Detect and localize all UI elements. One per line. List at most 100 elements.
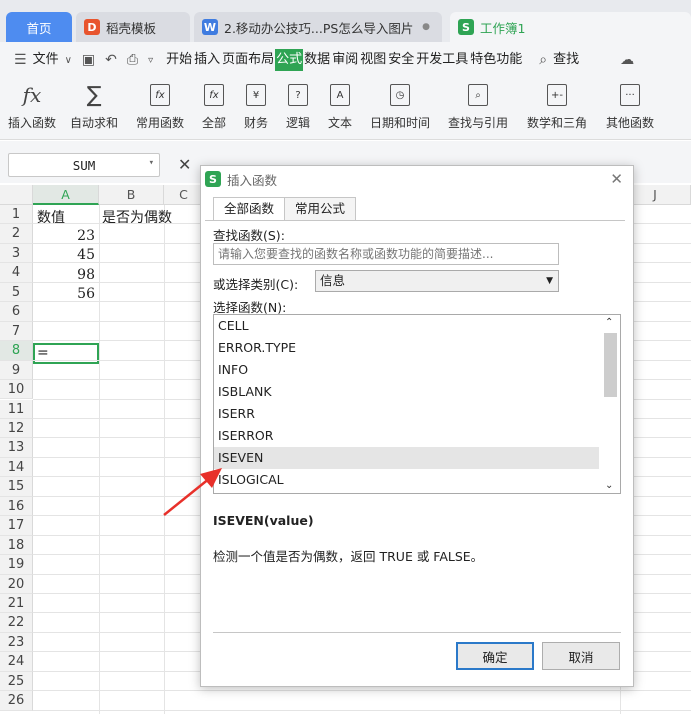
menu-view[interactable]: 视图 xyxy=(359,49,387,71)
other-functions-button[interactable]: ··· 其他函数 xyxy=(606,82,654,131)
hamburger-icon[interactable]: ☰ xyxy=(14,52,27,68)
finance-button[interactable]: ¥ 财务 xyxy=(244,82,268,131)
function-search-input[interactable] xyxy=(213,243,559,265)
column-header-a[interactable]: A xyxy=(33,185,99,205)
row-header-23[interactable]: 23 xyxy=(0,632,33,653)
row-header-3[interactable]: 3 xyxy=(0,243,33,264)
select-all-corner[interactable] xyxy=(0,185,33,205)
row-header-20[interactable]: 20 xyxy=(0,574,33,594)
category-select[interactable]: 信息 ▼ xyxy=(315,270,559,292)
row-header-24[interactable]: 24 xyxy=(0,652,33,672)
row-header-10[interactable]: 10 xyxy=(0,380,33,400)
row-header-4[interactable]: 4 xyxy=(0,263,33,283)
column-header-c[interactable]: C xyxy=(164,185,204,205)
all-functions-button[interactable]: fx 全部 xyxy=(202,82,226,131)
chevron-down-icon[interactable]: ▼ xyxy=(546,271,553,291)
list-item[interactable]: ISLOGICAL xyxy=(214,469,599,491)
row-header-11[interactable]: 11 xyxy=(0,399,33,419)
cancel-x-icon[interactable]: ✕ xyxy=(178,155,191,174)
datetime-button[interactable]: ◷ 日期和时间 xyxy=(370,82,430,131)
row-header-22[interactable]: 22 xyxy=(0,613,33,633)
row-header-17[interactable]: 17 xyxy=(0,516,33,536)
menu-search[interactable]: 查找 xyxy=(552,49,580,71)
chevron-up-icon[interactable]: ⌃ xyxy=(605,317,613,328)
chevron-down-icon[interactable]: ∨ xyxy=(65,55,72,66)
quick-access-dropdown-icon[interactable]: ▿ xyxy=(148,55,153,66)
list-item[interactable]: ERROR.TYPE xyxy=(214,337,599,359)
list-item[interactable]: ISERROR xyxy=(214,425,599,447)
autosum-button[interactable]: ∑ 自动求和 xyxy=(70,82,118,131)
list-item[interactable]: CELL xyxy=(214,315,599,337)
row-header-25[interactable]: 25 xyxy=(0,671,33,692)
tab-modified-dot-icon[interactable]: ● xyxy=(422,22,430,32)
save-icon[interactable]: ▣ xyxy=(82,52,95,68)
logic-button[interactable]: ? 逻辑 xyxy=(286,82,310,131)
tab-bar: 首页 D 稻壳模板 W 2.移动办公技巧...PS怎么导入图片 ● S 工作簿1 xyxy=(0,0,691,42)
dialog-panel: 查找函数(S): 或选择类别(C): 信息 ▼ 选择函数(N): CELL ER… xyxy=(205,220,625,620)
function-description: 检测一个值是否为偶数，返回 TRUE 或 FALSE。 xyxy=(213,549,484,564)
function-list[interactable]: CELL ERROR.TYPE INFO ISBLANK ISERR ISERR… xyxy=(213,314,621,494)
tab-document[interactable]: W 2.移动办公技巧...PS怎么导入图片 ● xyxy=(194,12,442,42)
menu-insert[interactable]: 插入 xyxy=(193,49,221,71)
tab-workbook[interactable]: S 工作簿1 xyxy=(450,12,691,42)
list-item[interactable]: INFO xyxy=(214,359,599,381)
text-button[interactable]: A 文本 xyxy=(328,82,352,131)
row-header-8[interactable]: 8 xyxy=(0,341,33,361)
menu-file[interactable]: 文件 xyxy=(32,49,60,71)
cell-a2[interactable]: 23 xyxy=(35,228,95,244)
row-header-21[interactable]: 21 xyxy=(0,594,33,614)
row-header-5[interactable]: 5 xyxy=(0,282,33,303)
row-header-12[interactable]: 12 xyxy=(0,418,33,439)
scroll-thumb[interactable] xyxy=(604,333,617,397)
row-header-2[interactable]: 2 xyxy=(0,224,33,244)
name-box[interactable]: SUM ▾ xyxy=(8,153,160,177)
chevron-down-icon[interactable]: ▾ xyxy=(149,158,154,168)
print-icon[interactable]: ⎙ xyxy=(127,52,138,68)
cloud-icon[interactable]: ☁ xyxy=(620,52,634,68)
ok-button[interactable]: 确定 xyxy=(456,642,534,670)
active-cell-a8[interactable]: = xyxy=(33,343,99,364)
row-header-26[interactable]: 26 xyxy=(0,691,33,711)
row-header-18[interactable]: 18 xyxy=(0,535,33,556)
row-header-6[interactable]: 6 xyxy=(0,302,33,322)
list-item-selected[interactable]: ISEVEN xyxy=(214,447,599,469)
insert-function-button[interactable]: fx 插入函数 xyxy=(8,82,56,131)
menu-start[interactable]: 开始 xyxy=(165,49,193,71)
list-scrollbar[interactable]: ⌃ ⌄ xyxy=(602,315,620,493)
search-icon[interactable]: ⌕ xyxy=(539,52,547,68)
menu-developer[interactable]: 开发工具 xyxy=(415,49,469,71)
row-header-19[interactable]: 19 xyxy=(0,555,33,575)
row-header-14[interactable]: 14 xyxy=(0,457,33,478)
row-header-7[interactable]: 7 xyxy=(0,321,33,342)
insert-function-dialog: S 插入函数 ✕ 全部函数 常用公式 查找函数(S): 或选择类别(C): 信息… xyxy=(200,165,634,687)
row-header-1[interactable]: 1 xyxy=(0,205,33,225)
menu-data[interactable]: 数据 xyxy=(303,49,331,71)
row-header-15[interactable]: 15 xyxy=(0,477,33,497)
undo-icon[interactable]: ↶ xyxy=(105,52,117,68)
lookup-button[interactable]: ⌕ 查找与引用 xyxy=(448,82,508,131)
common-functions-button[interactable]: fx 常用函数 xyxy=(136,82,184,131)
tab-common-formulas[interactable]: 常用公式 xyxy=(284,197,357,221)
cell-a4[interactable]: 98 xyxy=(35,267,95,283)
row-header-9[interactable]: 9 xyxy=(0,360,33,381)
cell-a3[interactable]: 45 xyxy=(35,247,95,263)
tab-all-functions[interactable]: 全部函数 xyxy=(213,197,286,221)
menu-page-layout[interactable]: 页面布局 xyxy=(221,49,275,71)
math-trig-button[interactable]: +- 数学和三角 xyxy=(527,82,587,131)
cell-a5[interactable]: 56 xyxy=(35,286,95,302)
menu-formula[interactable]: 公式 xyxy=(275,49,304,71)
tab-home[interactable]: 首页 xyxy=(6,12,72,42)
menu-features[interactable]: 特色功能 xyxy=(469,49,523,71)
column-header-b[interactable]: B xyxy=(99,185,164,205)
chevron-down-icon[interactable]: ⌄ xyxy=(605,480,613,491)
menu-security[interactable]: 安全 xyxy=(387,49,415,71)
close-icon[interactable]: ✕ xyxy=(610,170,623,188)
row-header-16[interactable]: 16 xyxy=(0,496,33,517)
list-item[interactable]: ISBLANK xyxy=(214,381,599,403)
row-header-13[interactable]: 13 xyxy=(0,438,33,458)
menu-review[interactable]: 审阅 xyxy=(331,49,359,71)
tab-template[interactable]: D 稻壳模板 xyxy=(76,12,190,42)
name-box-value: SUM xyxy=(72,157,96,173)
cancel-button[interactable]: 取消 xyxy=(542,642,620,670)
list-item[interactable]: ISERR xyxy=(214,403,599,425)
